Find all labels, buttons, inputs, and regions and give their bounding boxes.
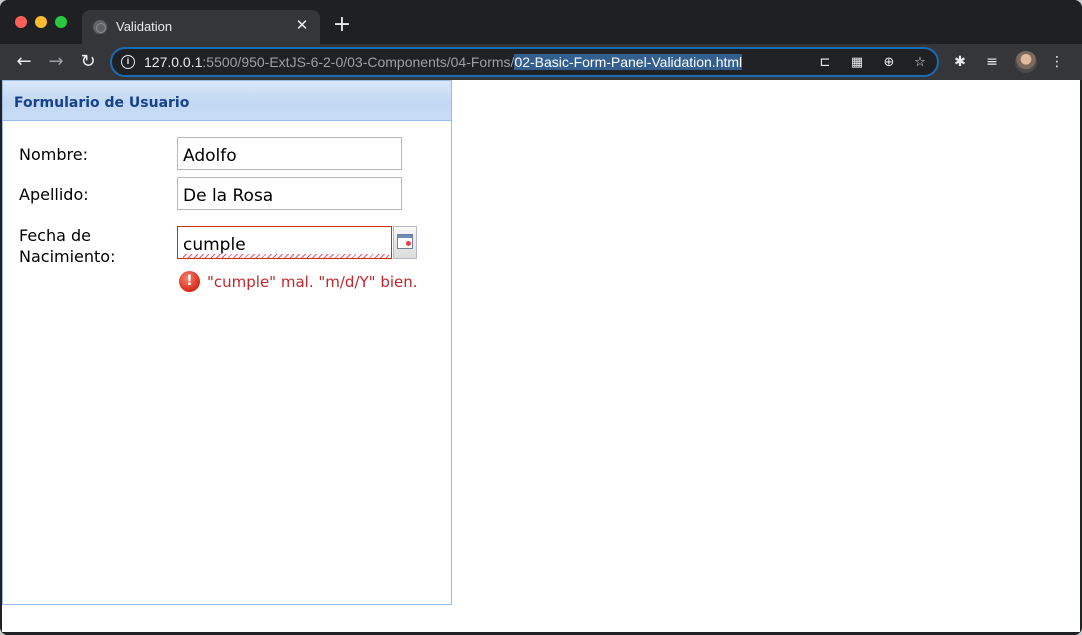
- back-button[interactable]: ←: [12, 50, 36, 74]
- tab-validation[interactable]: Validation ✕: [82, 10, 320, 44]
- forward-button[interactable]: →: [44, 50, 68, 74]
- url-selected: 02-Basic-Form-Panel-Validation.html: [514, 54, 743, 70]
- minimize-window-button[interactable]: [35, 16, 47, 28]
- new-tab-button[interactable]: +: [331, 14, 353, 36]
- bookmark-star-icon[interactable]: ☆: [912, 55, 928, 71]
- menu-icon[interactable]: ⋮: [1048, 53, 1066, 71]
- media-control-icon[interactable]: ≡: [983, 53, 1001, 71]
- maximize-window-button[interactable]: [55, 16, 67, 28]
- form-panel: Formulario de Usuario Nombre: Apellido: …: [2, 80, 452, 605]
- url-host: 127.0.0.1: [144, 54, 203, 70]
- info-icon[interactable]: i: [121, 55, 135, 69]
- address-bar[interactable]: i 127.0.0.1:5500/950-ExtJS-6-2-0/03-Comp…: [110, 47, 939, 77]
- panel-title: Formulario de Usuario: [14, 95, 190, 111]
- extensions-icon[interactable]: ✱: [951, 53, 969, 71]
- globe-icon: [93, 20, 107, 34]
- apellido-field[interactable]: [177, 177, 402, 210]
- reload-button[interactable]: ↻: [76, 50, 100, 74]
- close-window-button[interactable]: [15, 16, 27, 28]
- close-tab-icon[interactable]: ✕: [292, 16, 312, 36]
- fecha-label-line1: Fecha de: [19, 226, 91, 245]
- cast-icon[interactable]: ⊏: [817, 55, 833, 71]
- tab-strip: Validation ✕ +: [0, 0, 1082, 44]
- url-path: :5500/950-ExtJS-6-2-0/03-Components/04-F…: [202, 54, 515, 70]
- error-icon: !: [179, 271, 200, 292]
- browser-toolbar: ← → ↻ i 127.0.0.1:5500/950-ExtJS-6-2-0/0…: [0, 44, 1082, 80]
- browser-window: Validation ✕ + ← → ↻ i 127.0.0.1:5500/95…: [0, 0, 1082, 635]
- calendar-icon: [397, 234, 413, 249]
- fecha-label-line2: Nacimiento:: [19, 247, 116, 266]
- nombre-field[interactable]: [177, 137, 402, 170]
- zoom-icon[interactable]: ⊕: [881, 55, 897, 71]
- tab-title: Validation: [116, 19, 173, 34]
- date-picker-button[interactable]: [393, 226, 417, 259]
- url-text[interactable]: 127.0.0.1:5500/950-ExtJS-6-2-0/03-Compon…: [144, 54, 743, 70]
- apellido-label: Apellido:: [19, 185, 89, 204]
- panel-header: Formulario de Usuario: [3, 81, 451, 121]
- nombre-label: Nombre:: [19, 145, 88, 164]
- profile-avatar[interactable]: [1015, 51, 1037, 73]
- page-viewport: Formulario de Usuario Nombre: Apellido: …: [2, 80, 1080, 632]
- validation-error-message: "cumple" mal. "m/d/Y" bien.: [207, 273, 418, 291]
- spellcheck-underline: [183, 254, 389, 258]
- qr-code-icon[interactable]: ▦: [849, 55, 865, 71]
